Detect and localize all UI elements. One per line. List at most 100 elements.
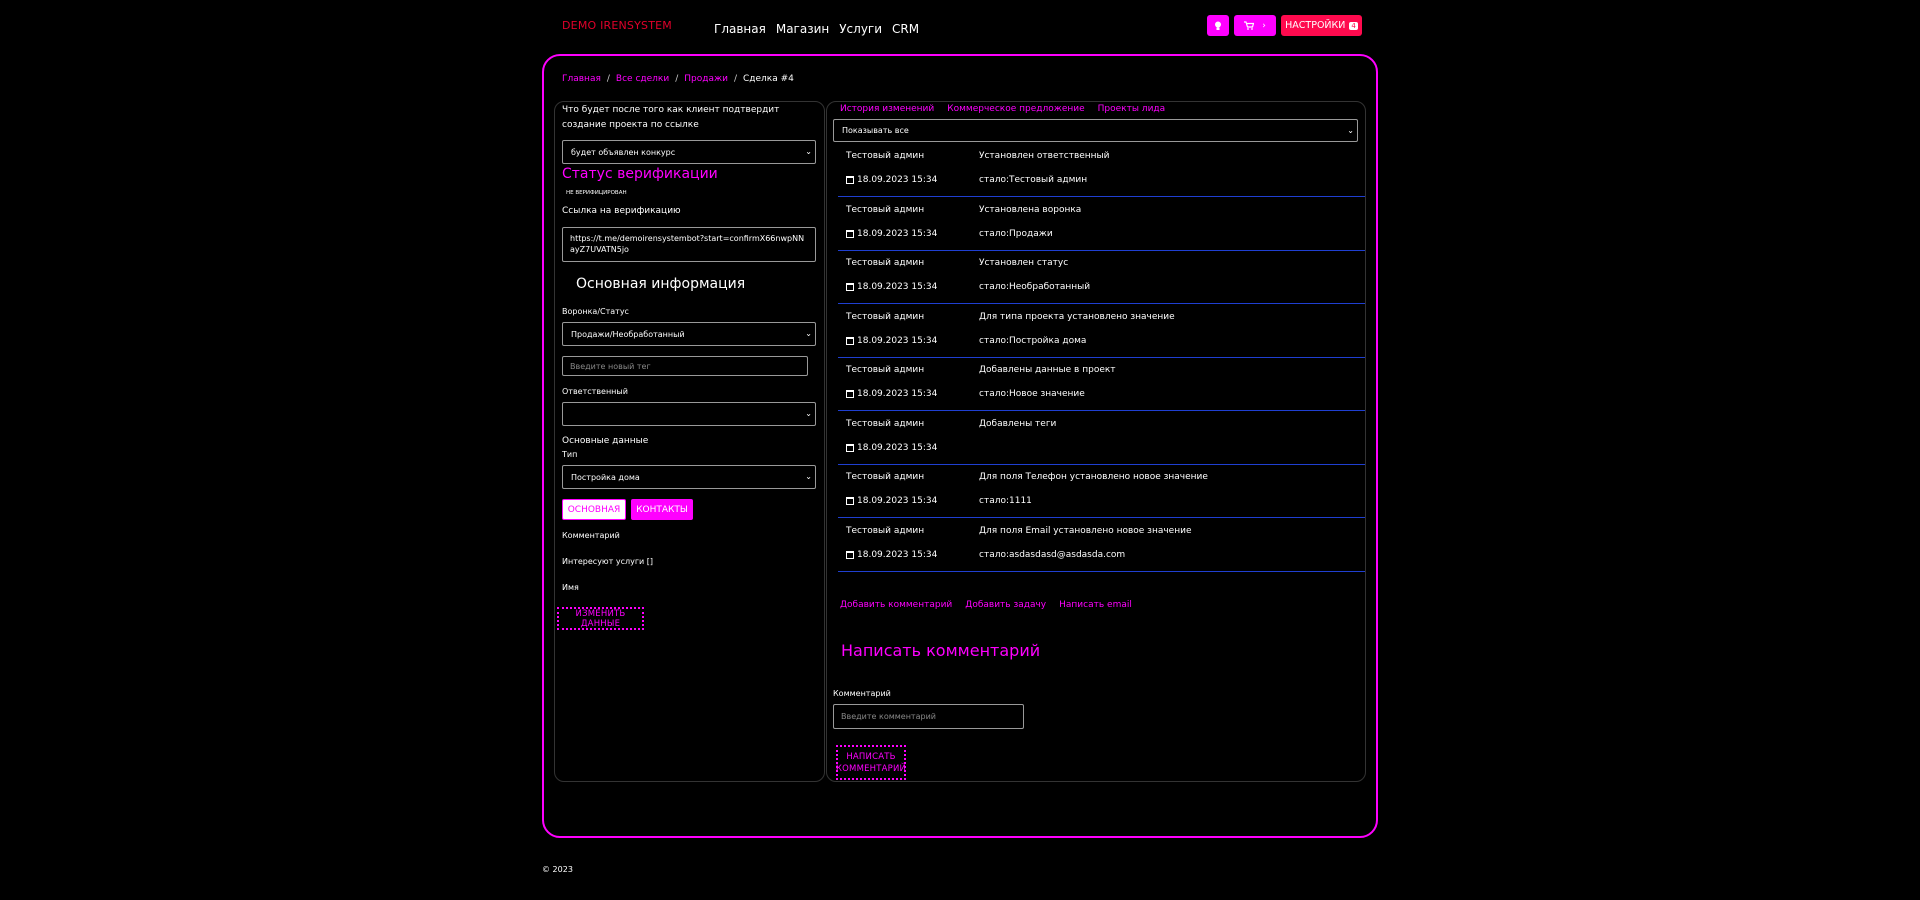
- history-row: Тестовый админ Установлен статус 18.09.202…: [838, 251, 1365, 304]
- chevron-down-icon: ⌄: [805, 472, 812, 481]
- add-comment-link[interactable]: Добавить комментарий: [840, 600, 952, 610]
- history-date-text: 18.09.2023 15:34: [857, 335, 938, 346]
- history-row: Тестовый админ Добавлены данные в проект 1…: [838, 358, 1365, 411]
- confirm-action-value: будет объявлен конкурс: [571, 147, 676, 157]
- main-nav: Главная Магазин Услуги CRM: [714, 22, 919, 36]
- history-action: Для поля Email установлено новое значени…: [979, 525, 1192, 536]
- history-author: Тестовый админ: [846, 472, 925, 482]
- breadcrumb-all-deals[interactable]: Все сделки: [616, 74, 669, 84]
- tab-change-history[interactable]: История изменений: [840, 104, 934, 114]
- toolbar-buttons: › НАСТРОЙКИ 4: [1207, 15, 1362, 36]
- bulb-icon: [1215, 21, 1221, 30]
- history-author: Тестовый админ: [846, 204, 925, 215]
- verification-link-label: Ссылка на верификацию: [562, 206, 681, 216]
- confirm-action-select[interactable]: будет объявлен конкурс ⌄: [562, 140, 816, 164]
- breadcrumb: Главная / Все сделки / Продажи / Сделка …: [562, 74, 794, 84]
- history-row: Тестовый админ Для поля Email установлено…: [838, 519, 1365, 572]
- type-label: Тип: [562, 450, 578, 459]
- funnel-status-label: Воронка/Статус: [562, 307, 629, 316]
- type-select[interactable]: Постройка дома ⌄: [562, 465, 816, 489]
- history-filter-value: Показывать все: [842, 126, 909, 135]
- history-tabs: История изменений Коммерческое предложен…: [840, 104, 1165, 114]
- verification-status-title: Статус верификации: [562, 166, 718, 182]
- add-task-link[interactable]: Добавить задачу: [965, 600, 1046, 610]
- tab-contacts[interactable]: КОНТАКТЫ: [631, 499, 693, 520]
- history-filter-select[interactable]: Показывать все ⌄: [833, 119, 1358, 142]
- confirm-question-label: Что будет после того как клиент подтверд…: [562, 105, 780, 130]
- main-info-title: Основная информация: [576, 276, 746, 292]
- history-author: Тестовый админ: [846, 365, 925, 375]
- history-value: стало:Продажи: [979, 228, 1053, 239]
- nav-crm[interactable]: CRM: [892, 22, 919, 36]
- tab-main[interactable]: ОСНОВНАЯ: [562, 499, 626, 520]
- history-action: Установлен статус: [979, 258, 1069, 268]
- history-action: Для поля Телефон установлено новое значе…: [979, 472, 1208, 482]
- history-date: 18.09.2023 15:34: [846, 229, 937, 239]
- history-value: стало:Необработанный: [979, 282, 1091, 292]
- breadcrumb-current: Сделка #4: [742, 74, 794, 84]
- funnel-status-value: Продажи/Необработанный: [571, 329, 685, 339]
- history-row: Тестовый админ Для поля Телефон установле…: [838, 465, 1365, 518]
- history-actions: Добавить комментарий Добавить задачу Нап…: [840, 600, 1132, 610]
- top-bar: DEMO IRENSYSTEM Главная Магазин Услуги C…: [0, 0, 1920, 52]
- write-comment-title: Написать комментарий: [841, 641, 1041, 660]
- calendar-icon: [846, 229, 854, 238]
- history-author: Тестовый админ: [846, 311, 925, 322]
- tab-lead-projects[interactable]: Проекты лида: [1098, 104, 1166, 114]
- nav-shop[interactable]: Магазин: [776, 22, 829, 36]
- bulb-button[interactable]: [1207, 15, 1229, 36]
- breadcrumb-separator: /: [606, 74, 610, 84]
- responsible-select[interactable]: ⌄: [562, 402, 816, 426]
- history-row: Тестовый админ Установлен ответственный 18…: [838, 144, 1365, 197]
- history-value: стало:Постройка дома: [979, 335, 1087, 346]
- chevron-right-icon: ›: [1262, 20, 1266, 31]
- comment-input-label: Комментарий: [833, 689, 891, 698]
- history-date-text: 18.09.2023 15:34: [857, 389, 938, 399]
- history-date: 18.09.2023 15:34: [846, 550, 937, 560]
- nav-home[interactable]: Главная: [714, 22, 766, 36]
- calendar-icon: [846, 390, 854, 398]
- settings-label: НАСТРОЙКИ: [1285, 20, 1346, 31]
- calendar-icon: [846, 176, 854, 184]
- write-email-link[interactable]: Написать email: [1059, 600, 1132, 610]
- cart-button[interactable]: ›: [1234, 15, 1276, 36]
- history-date: 18.09.2023 15:34: [846, 175, 937, 185]
- history-action: Установлен ответственный: [979, 151, 1110, 161]
- history-date-text: 18.09.2023 15:34: [857, 175, 938, 185]
- history-row: Тестовый админ Добавлены теги 18.09.2023 1…: [838, 412, 1365, 465]
- nav-services[interactable]: Услуги: [839, 22, 882, 36]
- chevron-down-icon: ⌄: [805, 409, 812, 418]
- verification-link-field[interactable]: https://t.me/demoirensystembot?start=con…: [562, 227, 816, 262]
- calendar-icon: [846, 283, 854, 291]
- tab-commercial-offer[interactable]: Коммерческое предложение: [947, 104, 1084, 114]
- history-date-text: 18.09.2023 15:34: [857, 549, 938, 560]
- calendar-icon: [846, 550, 854, 559]
- breadcrumb-home[interactable]: Главная: [562, 74, 601, 84]
- edit-data-button[interactable]: ИЗМЕНИТЬ ДАННЫЕ: [557, 607, 644, 630]
- new-tag-input[interactable]: Введите новый тег: [562, 356, 808, 376]
- cart-icon: [1244, 21, 1255, 30]
- history-date: 18.09.2023 15:34: [846, 282, 937, 292]
- calendar-icon: [846, 497, 854, 505]
- history-row: Тестовый админ Для типа проекта установле…: [838, 305, 1365, 358]
- history-date: 18.09.2023 15:34: [846, 336, 937, 346]
- history-author: Тестовый админ: [846, 525, 925, 536]
- chevron-down-icon: ⌄: [805, 147, 812, 156]
- history-date: 18.09.2023 15:34: [846, 496, 937, 506]
- comment-input[interactable]: Введите комментарий: [833, 704, 1024, 729]
- write-comment-button[interactable]: НАПИСАТЬ КОММЕНТАРИЙ: [836, 745, 906, 780]
- settings-button[interactable]: НАСТРОЙКИ 4: [1281, 15, 1362, 36]
- type-value: Постройка дома: [571, 472, 640, 482]
- history-date: 18.09.2023 15:34: [846, 389, 937, 399]
- history-action: Добавлены теги: [979, 418, 1057, 429]
- breadcrumb-separator: /: [675, 74, 679, 84]
- logo[interactable]: DEMO IRENSYSTEM: [562, 19, 672, 32]
- funnel-status-select[interactable]: Продажи/Необработанный ⌄: [562, 322, 816, 346]
- breadcrumb-separator: /: [733, 74, 737, 84]
- history-author: Тестовый админ: [846, 151, 925, 161]
- history-value: стало:Новое значение: [979, 389, 1085, 399]
- history-author: Тестовый админ: [846, 418, 925, 429]
- chevron-down-icon: ⌄: [1347, 126, 1354, 135]
- breadcrumb-sales[interactable]: Продажи: [684, 74, 728, 84]
- history-row: Тестовый админ Установлена воронка 18.09.2…: [838, 198, 1365, 251]
